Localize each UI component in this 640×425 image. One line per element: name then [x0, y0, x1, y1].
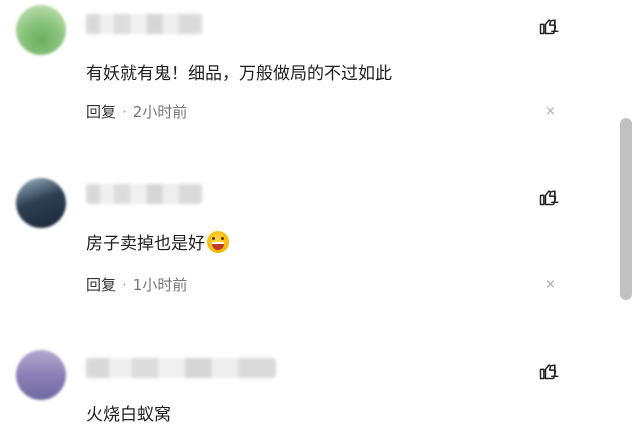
avatar[interactable]	[16, 5, 66, 55]
separator-dot: ·	[122, 276, 127, 294]
comment-text-content: 房子卖掉也是好	[86, 234, 205, 254]
username-blurred[interactable]	[86, 358, 276, 378]
comment-text: 火烧白蚁窝	[86, 405, 171, 425]
avatar[interactable]	[16, 178, 66, 228]
close-icon[interactable]: ×	[545, 104, 556, 119]
comment-meta: 回复 · 1小时前	[86, 274, 187, 295]
comment-time: 2小时前	[132, 103, 188, 121]
comment-text: 有妖就有鬼！细品，万般做局的不过如此	[86, 64, 392, 84]
thumbs-up-icon[interactable]	[538, 361, 558, 381]
close-icon[interactable]: ×	[545, 277, 556, 292]
comment-text: 房子卖掉也是好	[86, 229, 229, 254]
thumbs-up-icon[interactable]	[538, 187, 558, 207]
comment-meta: 回复 · 2小时前	[86, 101, 187, 122]
thumbs-up-icon[interactable]	[538, 16, 558, 36]
separator-dot: ·	[122, 103, 127, 121]
username-blurred[interactable]	[86, 184, 202, 204]
username-blurred[interactable]	[86, 14, 202, 34]
grinning-face-emoji	[207, 231, 229, 253]
comment-time: 1小时前	[132, 276, 188, 294]
avatar[interactable]	[16, 350, 66, 400]
reply-button[interactable]: 回复	[86, 276, 116, 294]
scrollbar-thumb[interactable]	[620, 118, 632, 300]
reply-button[interactable]: 回复	[86, 103, 116, 121]
